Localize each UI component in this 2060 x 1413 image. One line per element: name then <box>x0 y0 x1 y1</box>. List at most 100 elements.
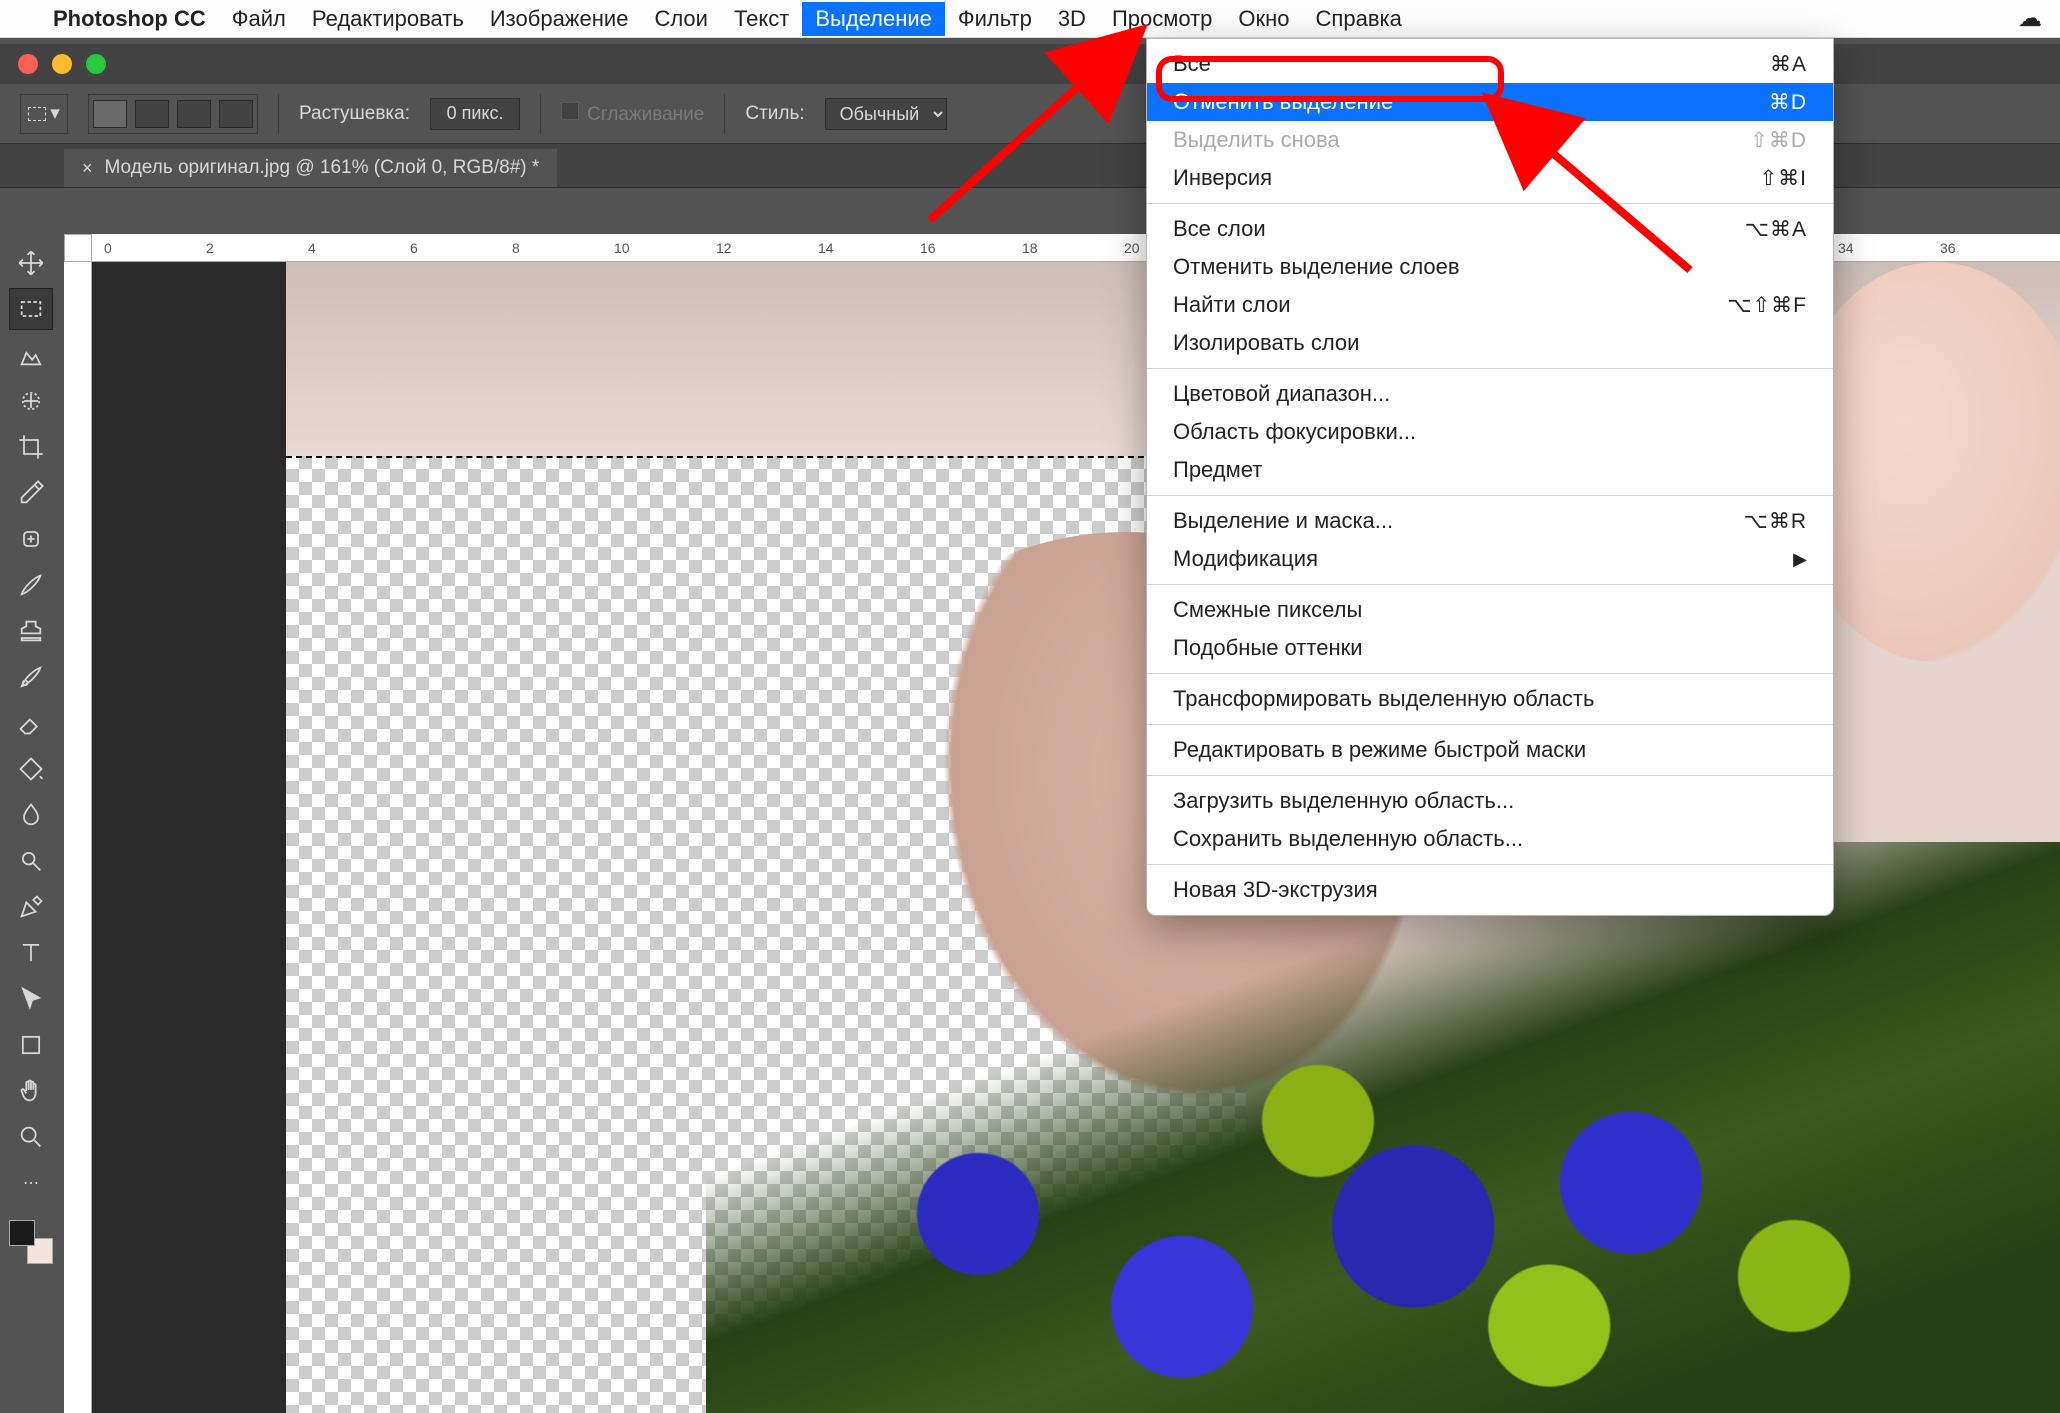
menu-item-shortcut: ⌘D <box>1769 90 1807 115</box>
heal-tool[interactable] <box>9 518 53 560</box>
menu-item: Выделить снова⇧⌘D <box>1147 121 1833 159</box>
clone-stamp-tool[interactable] <box>9 610 53 652</box>
history-brush-tool[interactable] <box>9 656 53 698</box>
style-select[interactable]: Обычный <box>825 98 947 130</box>
menu-item[interactable]: Область фокусировки... <box>1147 413 1833 451</box>
quick-select-tool[interactable] <box>9 380 53 422</box>
blur-tool[interactable] <box>9 794 53 836</box>
pen-tool[interactable] <box>9 886 53 928</box>
window-zoom-button[interactable] <box>86 54 106 74</box>
menu-item[interactable]: Редактировать в режиме быстрой маски <box>1147 731 1833 769</box>
menu-item[interactable]: Изолировать слои <box>1147 324 1833 362</box>
move-tool[interactable] <box>9 242 53 284</box>
menu-item-shortcut: ⌥⌘R <box>1744 509 1807 534</box>
menubar-item-help[interactable]: Справка <box>1303 2 1415 36</box>
menu-item-label: Все <box>1173 51 1211 77</box>
menubar-cloud-icon[interactable]: ☁ <box>2018 4 2042 33</box>
menu-item-label: Предмет <box>1173 457 1262 483</box>
window-close-button[interactable] <box>18 54 38 74</box>
menu-item[interactable]: Предмет <box>1147 451 1833 489</box>
hand-tool[interactable] <box>9 1070 53 1112</box>
menu-item-shortcut: ⌥⇧⌘F <box>1727 293 1807 318</box>
eraser-tool[interactable] <box>9 702 53 744</box>
feather-label: Растушевка: <box>299 103 410 125</box>
menu-item-label: Выделить снова <box>1173 127 1340 153</box>
menubar-item-layers[interactable]: Слои <box>641 2 721 36</box>
path-select-tool[interactable] <box>9 978 53 1020</box>
menubar-item-image[interactable]: Изображение <box>477 2 642 36</box>
menu-item[interactable]: Сохранить выделенную область... <box>1147 820 1833 858</box>
tools-panel: ⋯ <box>0 232 62 1264</box>
paint-bucket-tool[interactable] <box>9 748 53 790</box>
submenu-arrow-icon: ▶ <box>1793 549 1807 570</box>
menu-item[interactable]: Новая 3D-экструзия <box>1147 871 1833 909</box>
dodge-tool[interactable] <box>9 840 53 882</box>
marquee-tool[interactable] <box>9 288 53 330</box>
antialias-checkbox <box>561 102 579 120</box>
antialias-option: Сглаживание <box>561 102 704 126</box>
menu-item[interactable]: Трансформировать выделенную область <box>1147 680 1833 718</box>
window-controls <box>18 54 106 74</box>
menu-item[interactable]: Отменить выделение ⌘D <box>1147 83 1833 121</box>
selection-mode-group <box>88 94 258 134</box>
window-minimize-button[interactable] <box>52 54 72 74</box>
selection-mode-new[interactable] <box>93 100 127 128</box>
menu-item[interactable]: Найти слои ⌥⇧⌘F <box>1147 286 1833 324</box>
menubar-item-window[interactable]: Окно <box>1225 2 1302 36</box>
menu-item-label: Смежные пикселы <box>1173 597 1362 623</box>
menubar-item-view[interactable]: Просмотр <box>1099 2 1225 36</box>
menu-item[interactable]: Подобные оттенки <box>1147 629 1833 667</box>
menu-item[interactable]: Загрузить выделенную область... <box>1147 782 1833 820</box>
crop-tool[interactable] <box>9 426 53 468</box>
menubar-item-file[interactable]: Файл <box>219 2 299 36</box>
feather-input[interactable] <box>430 98 520 130</box>
menu-item-shortcut: ⌘A <box>1770 52 1807 77</box>
menu-item-label: Отменить выделение слоев <box>1173 254 1460 280</box>
menu-item[interactable]: Все слои⌥⌘A <box>1147 210 1833 248</box>
type-tool[interactable] <box>9 932 53 974</box>
foreground-color-swatch[interactable] <box>9 1220 35 1246</box>
document-tab[interactable]: × Модель оригинал.jpg @ 161% (Слой 0, RG… <box>64 149 557 187</box>
selection-menu-dropdown: Все⌘AОтменить выделение⌘DВыделить снова⇧… <box>1146 38 1834 916</box>
menubar-item-select[interactable]: Выделение <box>802 2 945 36</box>
menu-item-label: Редактировать в режиме быстрой маски <box>1173 737 1586 763</box>
shape-tool[interactable] <box>9 1024 53 1066</box>
eyedropper-tool[interactable] <box>9 472 53 514</box>
brush-tool[interactable] <box>9 564 53 606</box>
menu-item[interactable]: Инверсия ⇧⌘I <box>1147 159 1833 197</box>
color-swatches[interactable] <box>9 1220 53 1264</box>
menu-item[interactable]: Цветовой диапазон... <box>1147 375 1833 413</box>
menubar-app-name[interactable]: Photoshop CC <box>40 2 219 36</box>
vertical-ruler[interactable] <box>64 262 92 1413</box>
menu-item-label: Инверсия <box>1173 165 1272 191</box>
menu-item[interactable]: Смежные пикселы <box>1147 591 1833 629</box>
selection-mode-intersect[interactable] <box>219 100 253 128</box>
tool-preset-picker[interactable]: ▾ <box>20 94 68 134</box>
menu-item-label: Выделение и маска... <box>1173 508 1393 534</box>
lasso-tool[interactable] <box>9 334 53 376</box>
edit-toolbar-button[interactable]: ⋯ <box>9 1162 53 1204</box>
menu-item-shortcut: ⇧⌘I <box>1760 166 1807 191</box>
menu-item[interactable]: Выделение и маска... ⌥⌘R <box>1147 502 1833 540</box>
style-label: Стиль: <box>745 103 804 125</box>
menu-item-label: Подобные оттенки <box>1173 635 1363 661</box>
menu-item-label: Найти слои <box>1173 292 1291 318</box>
menu-item-label: Изолировать слои <box>1173 330 1359 356</box>
menu-item-label: Загрузить выделенную область... <box>1173 788 1514 814</box>
menubar-item-filter[interactable]: Фильтр <box>945 2 1045 36</box>
menu-item[interactable]: Модификация▶ <box>1147 540 1833 578</box>
menu-item-label: Отменить выделение <box>1173 89 1393 115</box>
menu-item[interactable]: Отменить выделение слоев <box>1147 248 1833 286</box>
mac-menubar: Photoshop CC Файл Редактировать Изображе… <box>0 0 2060 38</box>
menubar-item-3d[interactable]: 3D <box>1045 2 1099 36</box>
selection-mode-subtract[interactable] <box>177 100 211 128</box>
menu-item[interactable]: Все ⌘A <box>1147 45 1833 83</box>
menu-item-label: Трансформировать выделенную область <box>1173 686 1594 712</box>
menu-item-label: Цветовой диапазон... <box>1173 381 1390 407</box>
menubar-item-text[interactable]: Текст <box>721 2 802 36</box>
close-icon[interactable]: × <box>82 158 93 179</box>
selection-mode-add[interactable] <box>135 100 169 128</box>
menubar-item-edit[interactable]: Редактировать <box>299 2 477 36</box>
ruler-origin[interactable] <box>64 234 92 262</box>
zoom-tool[interactable] <box>9 1116 53 1158</box>
